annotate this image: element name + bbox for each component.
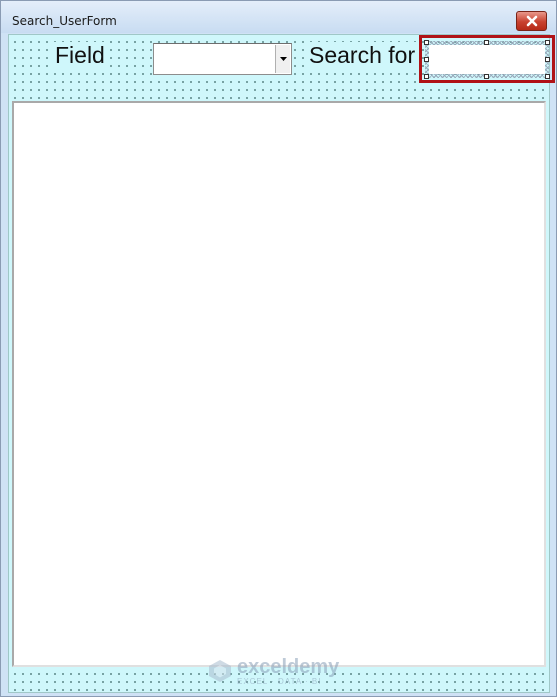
combobox-dropdown-button[interactable] bbox=[275, 45, 290, 73]
resize-handle-nw[interactable] bbox=[424, 40, 429, 45]
resize-handle-n[interactable] bbox=[484, 40, 489, 45]
userform-canvas[interactable]: Field Search for bbox=[8, 34, 555, 693]
selected-control-highlight bbox=[419, 35, 555, 83]
userform-window: Search_UserForm Field Search for excelde… bbox=[0, 0, 557, 697]
field-combobox[interactable] bbox=[153, 43, 292, 75]
close-button[interactable] bbox=[516, 11, 547, 31]
search-textbox[interactable] bbox=[429, 45, 545, 74]
title-bar[interactable]: Search_UserForm bbox=[1, 1, 556, 33]
results-listbox[interactable] bbox=[12, 101, 546, 667]
resize-handle-e[interactable] bbox=[545, 57, 550, 62]
window-title: Search_UserForm bbox=[12, 14, 117, 28]
resize-handle-w[interactable] bbox=[424, 57, 429, 62]
exceldemy-logo-icon bbox=[209, 660, 231, 682]
field-label: Field bbox=[53, 42, 107, 69]
watermark: exceldemy EXCEL · DATA · BI bbox=[207, 655, 339, 687]
close-icon bbox=[526, 15, 537, 27]
watermark-name: exceldemy bbox=[237, 655, 340, 678]
resize-handle-s[interactable] bbox=[484, 74, 489, 79]
resize-handle-ne[interactable] bbox=[545, 40, 550, 45]
watermark-tagline: EXCEL · DATA · BI bbox=[237, 676, 322, 686]
chevron-down-icon bbox=[279, 57, 287, 61]
resize-handle-sw[interactable] bbox=[424, 74, 429, 79]
search-for-label: Search for bbox=[307, 42, 418, 69]
resize-handle-se[interactable] bbox=[545, 74, 550, 79]
